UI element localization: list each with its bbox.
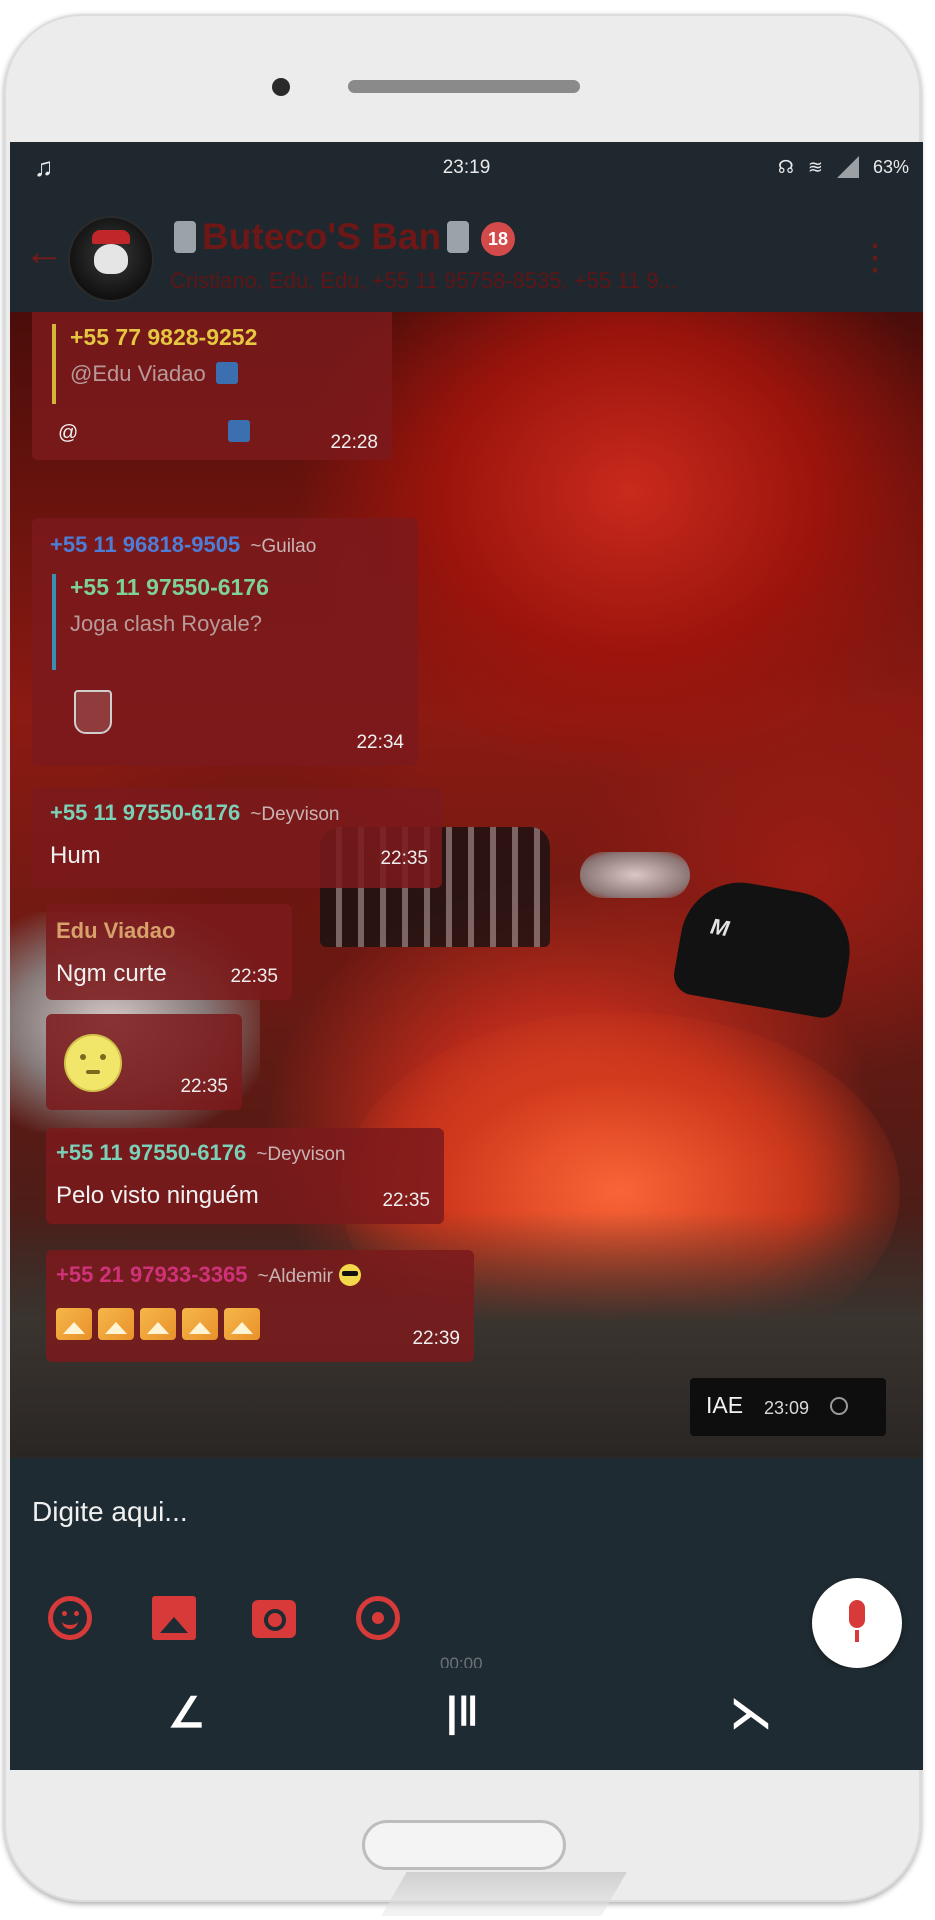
image-emoji-icon [140, 1308, 176, 1340]
headphones-icon: ☊ [777, 156, 794, 177]
mic-stand [855, 1630, 859, 1642]
message-bubble[interactable]: +55 11 97550-6176 ~Deyvison Pelo visto ni… [46, 1128, 444, 1224]
location-icon[interactable] [356, 1596, 400, 1640]
back-arrow-icon[interactable]: ← [24, 230, 64, 275]
quoted-message[interactable]: +55 77 9828-9252 @Edu Viadao [52, 324, 257, 404]
message-time: 22:35 [230, 966, 278, 987]
message-text: @ [58, 420, 251, 445]
mic-icon [849, 1600, 865, 1628]
home-button[interactable] [362, 1820, 566, 1870]
wifi-icon: ≋ [807, 156, 823, 177]
sunglasses-emoji-icon [338, 1264, 361, 1286]
front-camera [272, 78, 290, 96]
avatar-hat [92, 230, 130, 244]
chat-toolbar: ← Buteco'S Ban 18 Cristiano, Edu, Edu, +5… [10, 194, 923, 312]
group-avatar[interactable] [68, 216, 154, 302]
sad-face-emoji-icon [64, 1034, 122, 1092]
camera-icon[interactable] [252, 1600, 296, 1638]
emoji-icon[interactable] [48, 1596, 92, 1640]
cup-sticker-icon [74, 690, 112, 734]
message-sender[interactable]: Edu Viadao [56, 918, 175, 944]
home-nav-icon[interactable]: |‖ [446, 1688, 479, 1736]
image-emoji-icon [98, 1308, 134, 1340]
message-text: Pelo visto ninguém [56, 1182, 259, 1209]
wallpaper-headlight [580, 852, 690, 898]
age-18-icon: 18 [481, 222, 516, 256]
phone-frame: ♫ 23:19 ☊ ≋ 63% ← Buteco'S Ban 18 Cristia… [4, 14, 923, 1916]
status-bar: ♫ 23:19 ☊ ≋ 63% [10, 142, 923, 194]
overflow-menu-icon[interactable]: ⋮ [857, 236, 893, 278]
facebook-icon [228, 420, 251, 442]
message-time: 22:34 [356, 732, 404, 753]
recents-nav-icon[interactable]: ⋋ [730, 1688, 772, 1737]
message-bubble[interactable]: +55 11 97550-6176 ~Deyvison Hum 22:35 [32, 788, 442, 888]
phone-emoji-icon [174, 221, 196, 253]
image-emoji-row [56, 1308, 266, 1345]
quoted-message[interactable]: +55 11 97550-6176 Joga clash Royale? [52, 574, 269, 670]
quoted-sender: +55 77 9828-9252 [70, 324, 258, 350]
signal-icon [836, 156, 859, 178]
message-sender[interactable]: +55 11 97550-6176 ~Deyvison [50, 800, 340, 826]
message-time: 22:35 [180, 1076, 228, 1097]
message-bubble[interactable]: 22:35 [46, 1014, 242, 1110]
message-time: 23:09 [764, 1398, 810, 1418]
group-title[interactable]: Buteco'S Ban 18 [168, 216, 516, 258]
back-nav-icon[interactable]: ∠ [168, 1688, 206, 1737]
gallery-icon[interactable] [152, 1596, 196, 1640]
quoted-text: @Edu Viadao [70, 361, 257, 387]
message-bubble[interactable]: +55 77 9828-9252 @Edu Viadao @ 22:28 [32, 312, 392, 460]
message-text: Ngm curte [56, 960, 167, 987]
quoted-text: Joga clash Royale? [70, 611, 263, 636]
message-time: 22:39 [412, 1328, 460, 1349]
outgoing-message-bubble[interactable]: IAE 23:09 [690, 1378, 886, 1436]
message-time: 22:35 [382, 1190, 430, 1211]
image-emoji-icon [224, 1308, 260, 1340]
message-sender[interactable]: +55 11 97550-6176 ~Deyvison [56, 1140, 346, 1166]
phone-emoji-icon [447, 221, 470, 253]
screen: ♫ 23:19 ☊ ≋ 63% ← Buteco'S Ban 18 Cristia… [10, 142, 923, 1770]
message-sender[interactable]: +55 21 97933-3365 ~Aldemir [56, 1262, 361, 1288]
image-emoji-icon [56, 1308, 92, 1340]
message-composer: Digite aqui... 00:00 [10, 1458, 923, 1673]
facebook-icon [215, 362, 238, 384]
home-button-shadow [381, 1872, 627, 1916]
avatar-skull [94, 244, 128, 274]
message-sender[interactable]: +55 11 96818-9505 ~Guilao [50, 532, 316, 558]
group-members[interactable]: Cristiano, Edu, Edu, +55 11 95758-8535, … [170, 268, 830, 294]
quoted-sender: +55 11 97550-6176 [70, 574, 269, 600]
earpiece-speaker [348, 80, 580, 93]
status-icons: ☊ ≋ 63% [778, 156, 909, 178]
image-emoji-icon [182, 1308, 218, 1340]
message-text: Hum [50, 842, 101, 869]
battery-level: 63% [872, 156, 909, 177]
message-bubble[interactable]: Edu Viadao Ngm curte 22:35 [46, 904, 292, 1000]
message-time: 22:35 [380, 848, 428, 869]
message-input[interactable]: Digite aqui... [32, 1496, 188, 1528]
message-bubble[interactable]: +55 11 96818-9505 ~Guilao +55 11 97550-61… [32, 518, 418, 766]
wallpaper-cap: M [670, 873, 860, 1021]
mic-button[interactable] [812, 1578, 902, 1668]
pending-clock-icon [830, 1397, 848, 1415]
message-text: IAE [706, 1392, 744, 1418]
message-bubble[interactable]: +55 21 97933-3365 ~Aldemir 22:39 [46, 1250, 474, 1362]
group-name: Buteco'S Ban [202, 216, 442, 257]
message-time: 22:28 [330, 432, 378, 453]
system-nav-bar: ∠ |‖ ⋋ [10, 1668, 923, 1770]
